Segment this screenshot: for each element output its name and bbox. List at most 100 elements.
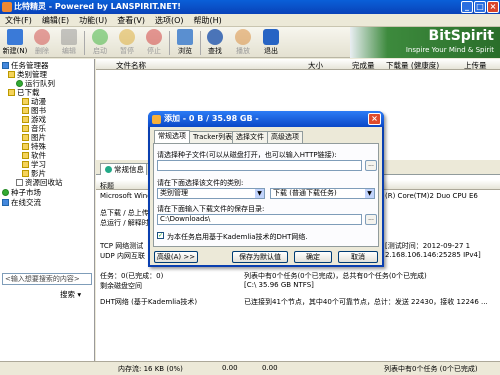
info-cpu: (R) Core(TM)2 Duo CPU E6 — [385, 192, 478, 200]
brand-name: BitSpirit — [428, 28, 494, 44]
exit-button[interactable]: 退出 — [259, 29, 283, 56]
maximize-button[interactable]: □ — [474, 1, 486, 13]
info-ip: 2.168.106.146:25285 IPv4] — [385, 251, 481, 259]
kademlia-checkbox[interactable]: ✓ — [157, 232, 164, 239]
new-task-icon — [7, 29, 23, 45]
menu-options[interactable]: 选项(O) — [150, 14, 189, 27]
info-tcp: TCP 网络测试 — [100, 242, 144, 250]
dialog-tab-general[interactable]: 常规选项 — [154, 130, 190, 144]
menu-file[interactable]: 文件(F) — [0, 14, 37, 27]
header-title: 标题 — [100, 182, 114, 190]
folder-icon — [22, 143, 29, 150]
category-select[interactable]: 类别管理 ▼ — [157, 188, 265, 199]
media-icon — [235, 29, 251, 45]
stop-button[interactable]: 停止 — [142, 29, 166, 56]
info-total-label: 总下载 / 总上传 — [100, 209, 149, 217]
market-icon — [2, 189, 9, 196]
dialog-title-bar[interactable]: 添加 - 0 B / 35.98 GB - × — [148, 111, 384, 127]
folder-icon — [22, 170, 29, 177]
recycle-bin-icon — [16, 179, 23, 186]
category-label: 请在下面选择该文件的类别: — [157, 179, 244, 187]
stop-icon — [146, 29, 162, 45]
category-value: 类别管理 — [160, 189, 188, 197]
brand-logo: BitSpirit Inspire Your Mind & Spirit — [350, 27, 500, 58]
dialog-title: 添加 - 0 B / 35.98 GB - — [164, 114, 259, 123]
dialog-tab-files[interactable]: 选择文件 — [232, 131, 268, 143]
tab-general-info[interactable]: 常规信息 — [100, 163, 149, 175]
info-icon — [105, 166, 112, 173]
status-upload-speed: 0.00 — [262, 364, 278, 372]
cancel-button[interactable]: 取消 — [338, 251, 378, 263]
kademlia-label: 为本任务启用基于Kademlia技术的DHT网络. — [167, 233, 308, 241]
torrent-input[interactable] — [157, 160, 362, 171]
folder-icon — [22, 125, 29, 132]
start-label: 启动 — [93, 47, 107, 55]
chevron-down-icon: ▼ — [365, 189, 374, 198]
folder-icon — [22, 134, 29, 141]
info-udp: UDP 内网互联 — [100, 252, 145, 260]
tree-label: 资源回收站 — [25, 178, 63, 187]
tree-label: 种子市场 — [11, 188, 41, 197]
search-input[interactable]: <输入想要搜索的内容> — [2, 273, 92, 285]
play-media-label: 播放 — [236, 47, 250, 55]
menu-edit[interactable]: 编辑(E) — [37, 14, 74, 27]
exit-label: 退出 — [264, 47, 278, 55]
pause-icon — [119, 29, 135, 45]
task-tree-panel: 任务管理器 类别管理 运行队列 已下载 动漫 图书 游戏 音乐 图片 特殊 软件… — [0, 59, 95, 361]
delete-button[interactable]: 删除 — [30, 29, 54, 56]
pause-button[interactable]: 暂停 — [115, 29, 139, 56]
browser-icon — [177, 29, 193, 45]
save-dir-browse-button[interactable]: ... — [365, 214, 377, 225]
app-icon — [2, 2, 12, 12]
edit-icon — [61, 29, 77, 45]
minimize-button[interactable]: _ — [461, 1, 473, 13]
running-icon — [16, 80, 23, 87]
tree-online-chat[interactable]: 在线交流 — [2, 197, 41, 208]
start-button[interactable]: 启动 — [88, 29, 112, 56]
pause-label: 暂停 — [120, 47, 134, 55]
info-test-time: [测试时间：2012-09-27 1 — [385, 242, 471, 250]
status-memory: 内存流: 16 KB (0%) — [118, 365, 183, 373]
menu-bar: 文件(F) 编辑(E) 功能(U) 查看(V) 选项(O) 帮助(H) — [0, 14, 500, 27]
stop-label: 停止 — [147, 47, 161, 55]
delete-icon — [34, 29, 50, 45]
save-dir-label: 请在下面输入下载文件的保存目录: — [157, 205, 265, 213]
menu-function[interactable]: 功能(U) — [74, 14, 112, 27]
menu-help[interactable]: 帮助(H) — [189, 14, 227, 27]
play-media-button[interactable]: 播放 — [231, 29, 255, 56]
torrent-label: 请选择种子文件(可以从磁盘打开，也可以输入HTTP链接): — [157, 151, 337, 159]
new-button[interactable]: 新建(N) — [2, 29, 28, 56]
ok-button[interactable]: 确定 — [294, 251, 332, 263]
edit-label: 编辑 — [62, 47, 76, 55]
info-tasks-right: 列表中有0个任务(0个已完成)，总共有0个任务(0个已完成) — [244, 272, 427, 280]
save-dir-input[interactable]: C:\Downloads\ — [157, 214, 362, 225]
info-dht-right: 已连接到41个节点，其中40个可靠节点，总计：发送 22430，接收 12246… — [244, 298, 488, 306]
close-button[interactable]: × — [487, 1, 499, 13]
folder-icon — [8, 71, 15, 78]
find-button[interactable]: 查找 — [203, 29, 227, 56]
edit-button[interactable]: 编辑 — [57, 29, 81, 56]
chat-icon — [2, 199, 9, 206]
search-button[interactable]: 搜索 ▾ — [60, 289, 81, 300]
save-default-button[interactable]: 保存为默认值 — [232, 251, 288, 263]
info-tasks: 任务：0(已完成：0) — [100, 272, 164, 280]
dialog-panel: 请选择种子文件(可以从磁盘打开，也可以输入HTTP链接): ... 请在下面选择… — [153, 143, 379, 247]
window-title-bar[interactable]: 比特精灵 - Powered by LANSPIRIT.NET! _ □ × — [0, 0, 500, 14]
advanced-button[interactable]: 高级(A) >> — [154, 251, 198, 263]
browse-button[interactable]: 浏览 — [173, 29, 197, 56]
dialog-tab-tracker[interactable]: Tracker列表 — [189, 131, 237, 143]
info-remain: 剩余磁盘空间 — [100, 282, 142, 290]
play-icon — [92, 29, 108, 45]
dialog-tab-advanced[interactable]: 高级选项 — [267, 131, 303, 143]
mode-select[interactable]: 下载 (普通下载任务) ▼ — [270, 188, 375, 199]
folder-icon — [22, 116, 29, 123]
menu-view[interactable]: 查看(V) — [112, 14, 150, 27]
dialog-close-button[interactable]: × — [368, 113, 381, 125]
tab-label: 常规信息 — [114, 165, 144, 174]
info-dht: DHT网络 (基于Kademlia技术) — [100, 298, 198, 306]
folder-icon — [22, 152, 29, 159]
add-icon — [152, 115, 161, 124]
exit-icon — [263, 29, 279, 45]
torrent-browse-button[interactable]: ... — [365, 160, 377, 171]
toolbar-separator — [200, 31, 201, 55]
